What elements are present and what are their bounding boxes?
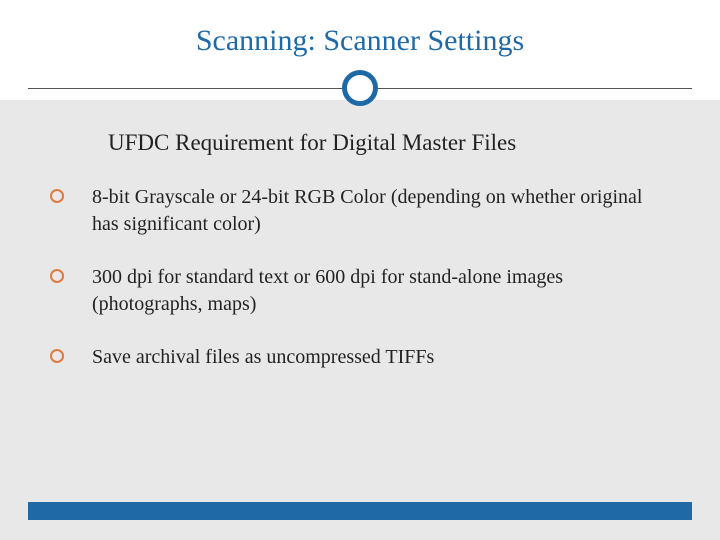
- bullet-icon: [50, 189, 64, 203]
- bullet-icon: [50, 349, 64, 363]
- subtitle: UFDC Requirement for Digital Master File…: [108, 130, 670, 156]
- list-item: Save archival files as uncompressed TIFF…: [50, 344, 670, 371]
- bullet-text: 300 dpi for standard text or 600 dpi for…: [92, 264, 670, 318]
- bullet-icon: [50, 269, 64, 283]
- bottom-bar: [28, 502, 692, 520]
- slide-title: Scanning: Scanner Settings: [0, 24, 720, 58]
- list-item: 300 dpi for standard text or 600 dpi for…: [50, 264, 670, 318]
- content-area: UFDC Requirement for Digital Master File…: [0, 100, 720, 480]
- list-item: 8-bit Grayscale or 24-bit RGB Color (dep…: [50, 184, 670, 238]
- bullet-text: 8-bit Grayscale or 24-bit RGB Color (dep…: [92, 184, 670, 238]
- slide: Scanning: Scanner Settings UFDC Requirem…: [0, 0, 720, 540]
- bullet-text: Save archival files as uncompressed TIFF…: [92, 344, 434, 371]
- circle-icon: [342, 70, 378, 106]
